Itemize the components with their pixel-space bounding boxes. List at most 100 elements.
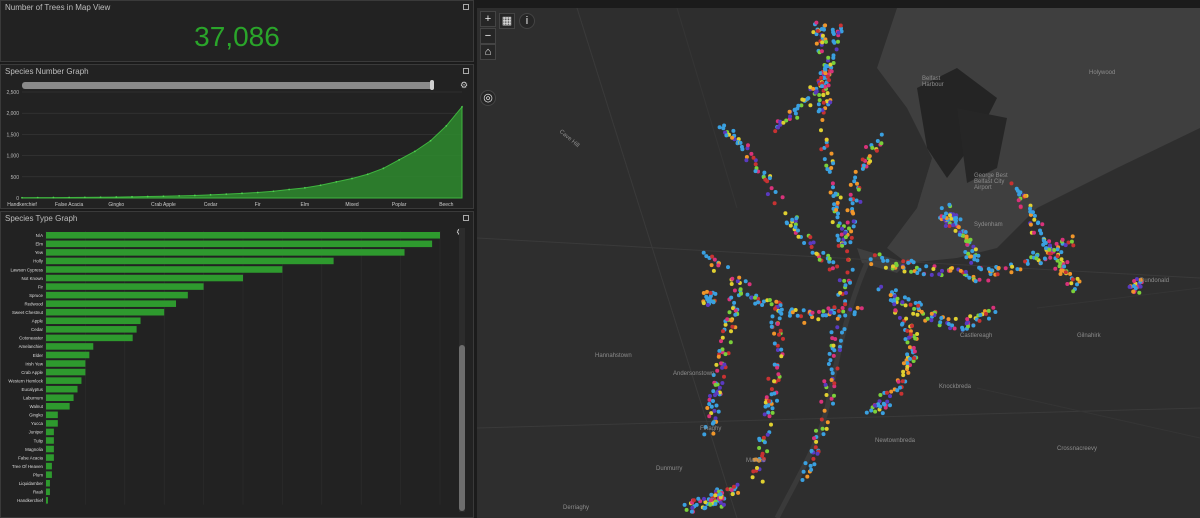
tree-point [819, 399, 824, 404]
maximize-icon[interactable] [463, 215, 469, 221]
tree-point [707, 402, 712, 406]
tree-point [769, 387, 774, 392]
category-label: Liquidamber [19, 481, 44, 486]
maximize-icon[interactable] [463, 68, 469, 74]
category-label: Western Hemlock [8, 378, 43, 383]
tree-point [868, 257, 873, 262]
chart-scrollbar-thumb[interactable] [459, 345, 465, 511]
tree-point [711, 431, 716, 436]
zoom-in-button[interactable]: + [480, 11, 496, 27]
tree-point [833, 191, 838, 196]
tree-point [842, 327, 847, 332]
tree-point [813, 90, 818, 95]
tree-point [691, 498, 696, 503]
tree-point [811, 86, 816, 91]
map-canvas[interactable] [477, 8, 1200, 518]
tree-point [929, 272, 934, 277]
tree-point [860, 157, 865, 162]
tree-point [1047, 251, 1052, 256]
tree-point [773, 129, 778, 134]
tree-point [1054, 241, 1059, 246]
tree-point [743, 279, 748, 284]
tree-point [772, 391, 777, 396]
tree-point [966, 324, 970, 329]
tree-point [1055, 254, 1060, 259]
tree-point [969, 260, 974, 265]
tree-point [696, 496, 701, 501]
tree-point [801, 469, 806, 474]
data-point [146, 195, 149, 198]
tree-point [845, 249, 850, 254]
tree-point [900, 300, 905, 305]
tree-point [872, 253, 877, 258]
locate-button[interactable]: ◎ [480, 90, 496, 106]
tree-point [1018, 204, 1023, 209]
tree-point [822, 408, 827, 413]
tree-point [827, 256, 832, 261]
tree-point [711, 389, 716, 394]
tree-point [732, 288, 737, 293]
tree-point [940, 268, 944, 273]
tree-point [895, 388, 900, 393]
tree-point [1075, 276, 1080, 281]
info-button[interactable]: i [519, 13, 535, 29]
tree-point [711, 300, 716, 305]
tree-point [832, 40, 837, 45]
tree-point [908, 356, 912, 361]
tree-point [746, 143, 750, 148]
tree-point [812, 462, 817, 467]
y-tick-label: 1,500 [6, 132, 19, 138]
tree-point [1023, 193, 1028, 198]
tree-point [788, 114, 793, 119]
data-point [36, 196, 39, 199]
place-label: Dunmurry [656, 466, 683, 472]
tree-point [823, 71, 828, 76]
x-tick-label: Gingko [108, 202, 124, 208]
category-label: Cedar [31, 327, 43, 332]
tree-point [905, 328, 910, 333]
bar [46, 274, 243, 282]
tree-point [838, 290, 843, 295]
tree-point [711, 420, 716, 425]
tree-point [832, 393, 836, 398]
tree-point [767, 399, 771, 404]
category-label: Tree Of Heaven [12, 464, 44, 469]
tree-point [965, 317, 970, 322]
tree-point [845, 220, 850, 225]
zoom-out-button[interactable]: − [480, 28, 496, 44]
bar [46, 360, 86, 367]
place-label: George Best Belfast City Airport [974, 173, 1008, 191]
tree-point [1025, 261, 1030, 266]
tree-point [979, 267, 984, 272]
tree-point [805, 474, 810, 479]
tree-point [952, 326, 957, 331]
tree-point [1032, 217, 1037, 222]
tree-point [694, 502, 699, 507]
tree-point [701, 291, 706, 295]
tree-point [1031, 210, 1035, 215]
category-label: False Acacia [18, 455, 43, 460]
tree-point [765, 449, 770, 454]
tree-point [821, 100, 826, 105]
tree-point [1065, 282, 1070, 286]
tree-point [951, 223, 956, 228]
data-point [52, 196, 55, 199]
basemap-gallery-button[interactable]: ▦ [499, 13, 515, 29]
x-tick-label: Mixed [345, 202, 359, 208]
tree-point [952, 217, 957, 221]
maximize-icon[interactable] [463, 4, 469, 10]
species-type-title: Species Type Graph [5, 214, 78, 223]
tree-point [907, 345, 912, 350]
tree-point [714, 403, 719, 408]
tree-point [736, 490, 741, 495]
tree-point [953, 228, 958, 233]
tree-point [819, 75, 824, 80]
tree-point [794, 216, 799, 221]
data-point [115, 196, 118, 198]
home-button[interactable]: ⌂ [480, 44, 496, 60]
category-label: Juniper [29, 430, 44, 435]
map-view[interactable]: + − ⌂ ▦ i ◎ Belfast Harbour Holywood Geo… [477, 8, 1200, 518]
tree-point [970, 249, 975, 253]
bar [46, 266, 283, 273]
tree-point [826, 362, 831, 366]
